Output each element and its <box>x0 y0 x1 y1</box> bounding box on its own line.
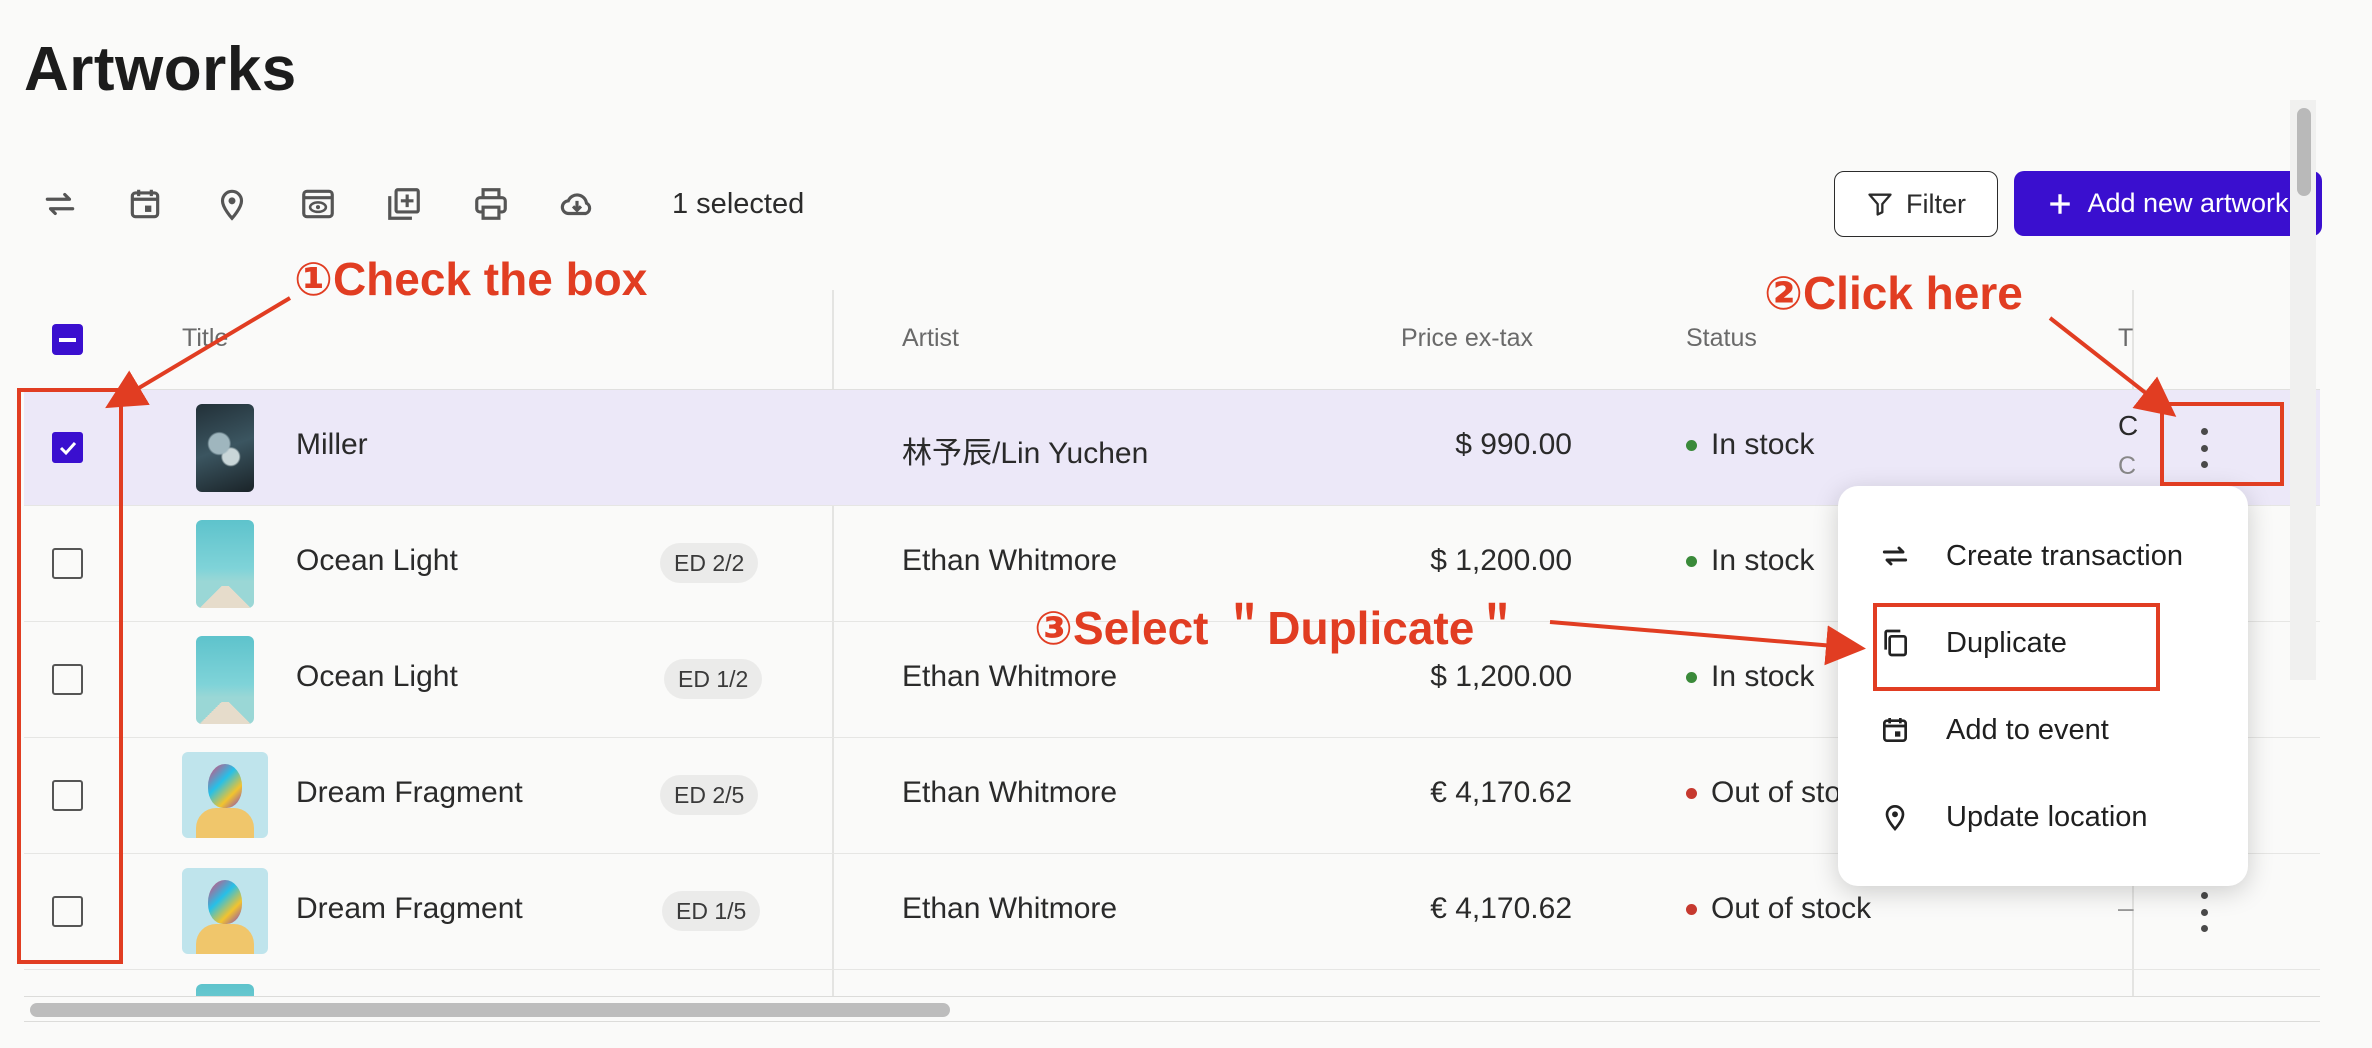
calendar-icon[interactable] <box>121 180 169 228</box>
artwork-status: In stock <box>1686 544 1814 578</box>
artwork-artist: 林予辰/Lin Yuchen <box>902 437 1149 470</box>
annotation-box-checkboxes <box>17 388 123 964</box>
artwork-price: € 4,170.62 <box>1430 776 1572 809</box>
swap-arrows-icon <box>1878 539 1912 573</box>
menu-item-update-location[interactable]: Update location <box>1838 782 2248 852</box>
truncated-cell: C <box>2118 410 2139 441</box>
horizontal-scrollbar-thumb[interactable] <box>30 1003 950 1017</box>
calendar-icon <box>1878 713 1912 747</box>
artwork-price: $ 1,200.00 <box>1430 544 1572 577</box>
menu-item-add-to-event[interactable]: Add to event <box>1838 695 2248 765</box>
truncated-cell: – <box>2118 892 2134 923</box>
artwork-artist: Ethan Whitmore <box>902 776 1118 809</box>
artwork-artist: Ethan Whitmore <box>902 892 1118 925</box>
artwork-thumbnail[interactable] <box>196 636 254 724</box>
header-price[interactable]: Price ex-tax <box>1401 324 1533 353</box>
status-dot <box>1686 555 1697 567</box>
add-new-artwork-button[interactable]: Add new artwork <box>2014 171 2322 236</box>
status-label: Out of stock <box>1711 892 1872 925</box>
header-artist[interactable]: Artist <box>902 324 959 353</box>
status-dot <box>1686 439 1697 451</box>
artwork-title[interactable]: Miller <box>296 428 368 462</box>
truncated-cell-sub: C <box>2118 452 2137 480</box>
status-dot <box>1686 671 1697 683</box>
artwork-status: Out of stock <box>1686 892 1871 926</box>
preview-icon[interactable] <box>294 180 342 228</box>
edition-badge: ED 2/5 <box>660 775 759 815</box>
page-title: Artworks <box>24 35 297 104</box>
cloud-download-icon[interactable] <box>553 180 601 228</box>
menu-item-create-transaction[interactable]: Create transaction <box>1838 521 2248 591</box>
artwork-price: € 4,170.62 <box>1430 892 1572 925</box>
artwork-artist: Ethan Whitmore <box>902 660 1118 693</box>
add-new-artwork-label: Add new artwork <box>2087 188 2289 218</box>
annotation-step2: ②Click here <box>1764 267 2023 319</box>
edition-badge: ED 1/2 <box>664 659 763 699</box>
status-dot <box>1686 787 1697 799</box>
filter-button[interactable]: Filter <box>1834 171 1998 237</box>
annotation-box-duplicate <box>1873 603 2160 691</box>
artwork-title[interactable]: Ocean Light <box>296 544 458 578</box>
artwork-title[interactable]: Dream Fragment <box>296 776 523 810</box>
menu-item-label: Create transaction <box>1946 539 2183 572</box>
filter-icon <box>1868 193 1892 216</box>
status-label: In stock <box>1711 428 1815 461</box>
plus-icon <box>2050 193 2071 214</box>
header-truncated[interactable]: T <box>2118 324 2133 353</box>
add-copy-icon[interactable] <box>380 180 428 228</box>
print-icon[interactable] <box>467 180 515 228</box>
edition-badge: ED 2/2 <box>660 543 759 583</box>
artwork-status: In stock <box>1686 660 1814 694</box>
select-all-checkbox[interactable] <box>52 324 83 355</box>
table-row[interactable] <box>24 970 2320 996</box>
vertical-scrollbar-thumb[interactable] <box>2297 108 2311 196</box>
annotation-step1: ①Check the box <box>294 253 648 305</box>
artwork-price: $ 1,200.00 <box>1430 660 1572 693</box>
status-label: In stock <box>1711 544 1815 577</box>
swap-arrows-icon[interactable] <box>36 180 84 228</box>
artwork-thumbnail[interactable] <box>182 752 268 838</box>
more-options-icon[interactable] <box>2194 892 2214 932</box>
menu-item-label: Add to event <box>1946 713 2109 746</box>
location-pin-icon[interactable] <box>208 180 256 228</box>
artwork-thumbnail[interactable] <box>182 868 268 954</box>
selected-count: 1 selected <box>672 188 805 220</box>
artwork-status: In stock <box>1686 428 1814 462</box>
status-label: In stock <box>1711 660 1815 693</box>
artwork-status: Out of sto <box>1686 776 1841 810</box>
artwork-artist: Ethan Whitmore <box>902 544 1118 577</box>
artwork-price: $ 990.00 <box>1455 428 1572 461</box>
header-status[interactable]: Status <box>1686 324 1757 353</box>
status-dot <box>1686 903 1697 915</box>
artwork-thumbnail[interactable] <box>196 404 254 492</box>
status-label: Out of sto <box>1711 776 1842 809</box>
menu-item-label: Update location <box>1946 800 2148 833</box>
header-title[interactable]: Title <box>182 324 228 353</box>
artwork-thumbnail[interactable] <box>196 984 254 996</box>
artwork-title[interactable]: Ocean Light <box>296 660 458 694</box>
filter-label: Filter <box>1906 188 1966 219</box>
artwork-thumbnail[interactable] <box>196 520 254 608</box>
edition-badge: ED 1/5 <box>662 891 761 931</box>
annotation-step3: ③Select ＂Duplicate＂ <box>1034 602 1521 654</box>
artwork-title[interactable]: Dream Fragment <box>296 892 523 926</box>
annotation-box-more-button <box>2160 402 2284 486</box>
location-pin-icon <box>1878 800 1912 834</box>
